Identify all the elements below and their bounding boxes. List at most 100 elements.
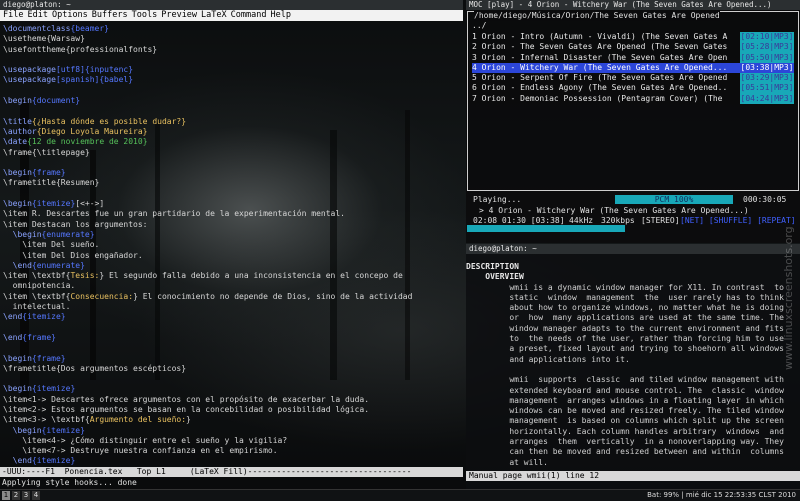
man-text-line: extended keyboard and mouse control. The… bbox=[466, 385, 784, 395]
menu-preview[interactable]: Preview bbox=[161, 10, 197, 20]
menu-latex[interactable]: LaTeX bbox=[201, 10, 227, 20]
track-item[interactable]: 7 Orion - Demoniac Possession (Pentagram… bbox=[472, 93, 794, 105]
track-item[interactable]: 6 Orion - Endless Agony (The Seven Gates… bbox=[472, 83, 794, 94]
emacs-menubar: File Edit Options Buffers Tools Preview LaTeX C… bbox=[0, 10, 463, 21]
total-time: 000:30:05 bbox=[743, 195, 787, 204]
man-text-line: at will. bbox=[466, 457, 548, 467]
code-line: \item<2-> Estos argumentos se basan en l… bbox=[3, 404, 370, 414]
code-line: \item \textbf{Tesis:} El segundo falla d… bbox=[3, 271, 403, 281]
code-line: \item Destacan los argumentos: bbox=[3, 219, 148, 229]
man-page-content[interactable]: DESCRIPTION OVERVIEW wmii is a dynamic w… bbox=[466, 262, 796, 474]
track-item[interactable]: 4 Orion - Witchery War (The Seven Gates … bbox=[472, 62, 794, 74]
code-line: \author{Diego Loyola Maureira} bbox=[3, 126, 148, 136]
code-line: \frametitle{Resumen} bbox=[3, 178, 100, 188]
moc-window[interactable]: MOC [play] - 4 Orion - Witchery War (The… bbox=[466, 0, 800, 243]
moc-current-path: /home/diego/Música/Orion/The Seven Gates… bbox=[474, 11, 720, 21]
code-line: \end{itemize} bbox=[12, 456, 76, 466]
code-line: \item Del Dios engañador. bbox=[3, 250, 143, 260]
man-heading: DESCRIPTION bbox=[466, 262, 519, 271]
editor-buffer[interactable]: \documentclass{beamer} \usetheme{Warsaw} \… bbox=[3, 24, 461, 466]
code-line: \title{¿Hasta dónde es posible dudar?} bbox=[3, 116, 187, 126]
tag-3[interactable]: 3 bbox=[22, 491, 30, 500]
tag-1[interactable]: 1 bbox=[2, 491, 10, 500]
man-text-line: static window management the user rarely… bbox=[466, 292, 784, 302]
code-line: \documentclass{beamer} bbox=[3, 24, 109, 33]
code-line: \end{enumerate} bbox=[12, 260, 85, 270]
man-text-line bbox=[466, 365, 796, 375]
man-heading: OVERVIEW bbox=[466, 272, 524, 282]
moc-status-panel: Playing... PCM 100% 000:30:05 > 4 Orion … bbox=[467, 191, 797, 235]
tag-2[interactable]: 2 bbox=[12, 491, 20, 500]
menu-edit[interactable]: Edit bbox=[27, 10, 47, 20]
menu-options[interactable]: Options bbox=[52, 10, 88, 20]
code-line: \frame{\titlepage} bbox=[3, 147, 90, 157]
code-line: \item<7-> Destruye nuestra confianza en … bbox=[3, 446, 278, 456]
moc-titlebar[interactable]: MOC [play] - 4 Orion - Witchery War (The… bbox=[466, 0, 800, 10]
man-text-line: horizontally. Each column handles arbitr… bbox=[466, 426, 784, 436]
code-line: \item R. Descartes fue un gran partidari… bbox=[3, 209, 345, 219]
code-line: \begin{frame} bbox=[3, 168, 66, 178]
tag-4[interactable]: 4 bbox=[32, 491, 40, 500]
code-line: omnipotencia. bbox=[3, 281, 76, 291]
man-status-line: Manual page wmii(1) line 12 bbox=[466, 471, 800, 481]
code-line: \usepackage[spanish]{babel} bbox=[3, 75, 134, 85]
code-line: \begin{itemize} bbox=[3, 384, 76, 394]
man-text-line: or how many applications are used at the… bbox=[466, 313, 784, 323]
track-item[interactable]: 5 Orion - Serpent Of Fire (The Seven Gat… bbox=[472, 73, 794, 84]
play-state: Playing... bbox=[473, 195, 522, 204]
code-line: \frametitle{Dos argumentos escépticos} bbox=[3, 363, 187, 373]
moc-track-list[interactable]: 1 Orion - Intro (Autumn - Vivaldi) (The … bbox=[472, 32, 794, 105]
code-line: \begin{enumerate} bbox=[12, 229, 95, 239]
code-line: \begin{itemize}[<+->] bbox=[3, 199, 105, 209]
man-text-line: wmii supports classic and tiled window m… bbox=[466, 375, 784, 385]
moc-playlist-box: /home/diego/Música/Orion/The Seven Gates… bbox=[467, 11, 799, 191]
man-text-line: windows can be moved and resized freely.… bbox=[466, 406, 784, 416]
track-item[interactable]: 1 Orion - Intro (Autumn - Vivaldi) (The … bbox=[472, 32, 794, 43]
progress-bar[interactable] bbox=[467, 225, 626, 232]
code-line: \usetheme{Warsaw} bbox=[3, 34, 85, 44]
code-line: \usepackage[utf8]{inputenc} bbox=[3, 65, 134, 75]
menu-command[interactable]: Command bbox=[231, 10, 267, 20]
man-text-line: and applications into it. bbox=[466, 354, 630, 364]
man-text-line: management arranges windows in a floatin… bbox=[466, 395, 784, 405]
man-text-line: arranges them vertically in a nonoverlap… bbox=[466, 437, 784, 447]
emacs-modeline: -UUU:----F1 Ponencia.tex Top L1 (LaTeX F… bbox=[0, 467, 463, 477]
code-line: \item \textbf{Consecuencia:} El conocimi… bbox=[3, 291, 413, 301]
man-titlebar[interactable]: diego@platon: ~ bbox=[466, 244, 800, 254]
menu-tools[interactable]: Tools bbox=[132, 10, 158, 20]
code-line: intelectual. bbox=[3, 302, 71, 312]
watermark: www.linuxscreenshots.org bbox=[782, 226, 795, 370]
emacs-titlebar[interactable]: diego@platon: ~ bbox=[0, 0, 463, 10]
code-line: \begin{document} bbox=[3, 96, 81, 106]
track-item[interactable]: 2 Orion - The Seven Gates Are Opened (Th… bbox=[472, 42, 794, 53]
code-line: \item Del sueño. bbox=[3, 240, 100, 250]
emacs-window[interactable]: diego@platon: ~ File Edit Options Buffers To… bbox=[0, 0, 463, 489]
code-line: \date{12 de noviembre de 2010} bbox=[3, 137, 148, 147]
man-text-line: wmii is a dynamic window manager for X11… bbox=[466, 282, 784, 292]
wmii-status-bar: 1234 Bat: 99% | mié dic 15 22:53:35 CLST… bbox=[0, 489, 800, 501]
man-text-line: management is based on columns which spl… bbox=[466, 416, 784, 426]
man-text-line: about how to organize windows, no matter… bbox=[466, 303, 784, 313]
menu-file[interactable]: File bbox=[3, 10, 23, 20]
menu-buffers[interactable]: Buffers bbox=[92, 10, 128, 20]
man-window[interactable]: diego@platon: ~ DESCRIPTION OVERVIEW wmi… bbox=[466, 244, 800, 489]
code-line: \item<4-> ¿Cómo distinguir entre el sueñ… bbox=[3, 435, 288, 445]
pcm-volume[interactable]: PCM 100% bbox=[615, 195, 733, 204]
menu-help[interactable]: Help bbox=[270, 10, 290, 20]
man-text-line: a preset, fixed layout and trying to sho… bbox=[466, 344, 784, 354]
track-item[interactable]: 3 Orion - Infernal Disaster (The Seven G… bbox=[472, 52, 794, 63]
code-line: \usefonttheme{professionalfonts} bbox=[3, 44, 158, 54]
parent-dir-item[interactable]: ../ bbox=[472, 21, 572, 31]
man-text-line: to the needs of the user, rather than fo… bbox=[466, 334, 784, 344]
emacs-minibuffer[interactable]: Applying style hooks... done bbox=[2, 478, 462, 488]
clock-status: Bat: 99% | mié dic 15 22:53:35 CLST 2010 bbox=[647, 491, 796, 499]
code-line: \item<3-> \textbf{Argumento del sueño:} bbox=[3, 415, 191, 425]
